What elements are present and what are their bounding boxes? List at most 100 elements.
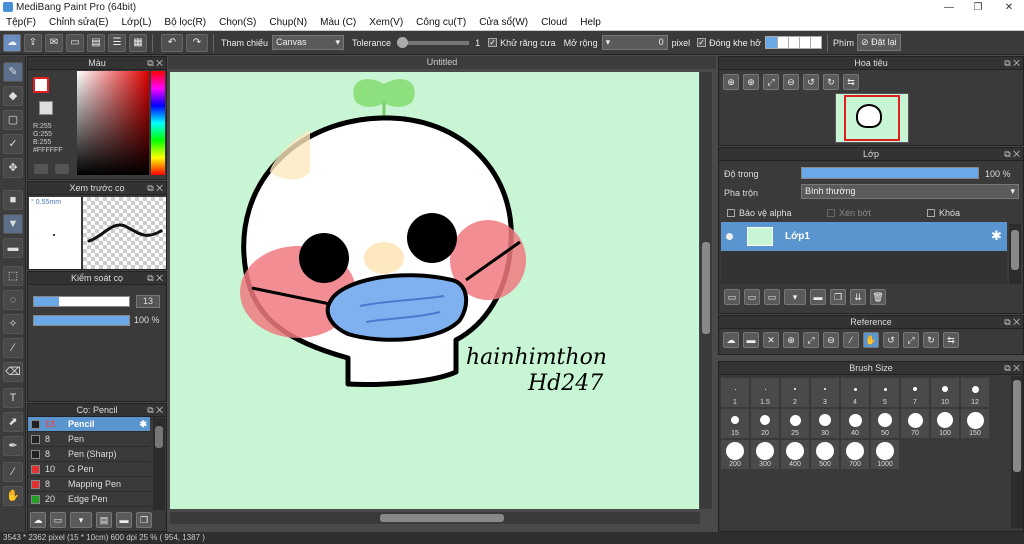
page-icon[interactable]: ▭ xyxy=(66,33,84,52)
gap-level-4[interactable] xyxy=(799,37,811,48)
rotate-left-icon[interactable]: ↺ xyxy=(883,332,899,348)
open-folder-icon[interactable]: ▬ xyxy=(743,332,759,348)
cloud-brush-icon[interactable]: ☁ xyxy=(30,512,46,528)
eyedropper-icon[interactable]: ⁄ xyxy=(843,332,859,348)
flip-icon[interactable]: ⇆ xyxy=(843,74,859,90)
minimize-button[interactable]: — xyxy=(934,0,964,15)
menu-filter[interactable]: Bộ lọc(R) xyxy=(164,17,206,28)
document-icon[interactable]: ▤ xyxy=(87,33,105,52)
saturation-value-picker[interactable] xyxy=(77,71,149,175)
brush-list-item[interactable]: 10 G Pen xyxy=(28,462,150,477)
brush-size-option[interactable]: 3 xyxy=(811,378,839,407)
text-tool-icon[interactable]: T xyxy=(3,388,23,408)
brush-size-option[interactable]: 1 xyxy=(721,378,749,407)
brush-size-option[interactable]: 500 xyxy=(811,440,839,469)
brush-size-option[interactable]: 30 xyxy=(811,409,839,438)
panel-close-icon[interactable]: ⧉ ✕ xyxy=(1004,362,1020,375)
new-brush-icon[interactable]: ▭ xyxy=(50,512,66,528)
gap-level-1[interactable] xyxy=(766,37,778,48)
brush-size-option[interactable]: 200 xyxy=(721,440,749,469)
brush-size-option[interactable]: 15 xyxy=(721,409,749,438)
zoom-in-2-icon[interactable]: ⊕ xyxy=(743,74,759,90)
rotate-right-icon[interactable]: ↻ xyxy=(923,332,939,348)
menu-select[interactable]: Chọn(S) xyxy=(219,17,256,28)
share-icon[interactable]: ⇪ xyxy=(24,33,42,52)
brush-list-scrollbar[interactable] xyxy=(153,418,165,510)
delete-layer-icon[interactable]: 🗑 xyxy=(870,289,886,305)
slider-handle[interactable] xyxy=(397,36,409,48)
tolerance-slider[interactable] xyxy=(397,36,470,48)
layer-opacity-slider[interactable] xyxy=(801,167,979,179)
merge-down-icon[interactable]: ⇊ xyxy=(850,289,866,305)
clipping-checkbox[interactable] xyxy=(827,209,835,217)
maximize-button[interactable]: ❐ xyxy=(963,0,993,15)
panel-close-icon[interactable]: ⧉ ✕ xyxy=(147,182,163,195)
brush-size-option[interactable]: 70 xyxy=(901,409,929,438)
fill-rect-tool-icon[interactable]: ■ xyxy=(3,190,23,210)
fit-window-icon[interactable]: ⤢ xyxy=(903,332,919,348)
navigator-thumbnail[interactable] xyxy=(835,93,909,143)
menu-tools[interactable]: Công cụ(T) xyxy=(416,17,466,28)
panel-close-icon[interactable]: ⧉ ✕ xyxy=(147,57,163,70)
close-button[interactable]: ✕ xyxy=(994,0,1024,15)
zoom-in-icon[interactable]: ⊕ xyxy=(783,332,799,348)
lasso-icon[interactable]: ◌ xyxy=(3,290,23,310)
scrollbar-thumb[interactable] xyxy=(1013,380,1021,472)
layer-folder-icon[interactable]: ▬ xyxy=(810,289,826,305)
brush-size-option[interactable]: 400 xyxy=(781,440,809,469)
gear-icon[interactable]: ✱ xyxy=(139,417,147,432)
zoom-in-icon[interactable]: ⊕ xyxy=(723,74,739,90)
brush-size-option[interactable]: 300 xyxy=(751,440,779,469)
menu-help[interactable]: Help xyxy=(580,17,601,28)
close-reference-icon[interactable]: ✕ xyxy=(763,332,779,348)
select-rect-icon[interactable]: ⬚ xyxy=(3,266,23,286)
comment-icon[interactable]: ✉ xyxy=(45,33,63,52)
select-pen-icon[interactable]: ⁄ xyxy=(3,338,23,358)
canvas-paper[interactable]: hainhimthon Hd247 xyxy=(170,72,699,509)
brush-size-option[interactable]: 4 xyxy=(841,378,869,407)
grid-icon[interactable]: ▦ xyxy=(129,33,147,52)
vertical-scrollbar[interactable] xyxy=(700,72,712,509)
brush-size-option[interactable]: 40 xyxy=(841,409,869,438)
menu-view[interactable]: Xem(V) xyxy=(369,17,403,28)
close-gap-checkbox[interactable]: ✓ xyxy=(697,38,707,47)
brush-list-item[interactable]: 13 Pencil ✱ xyxy=(28,417,150,432)
brush-size-option[interactable]: 7 xyxy=(901,378,929,407)
panel-close-icon[interactable]: ⧉ ✕ xyxy=(1004,316,1020,329)
add-brush-icon[interactable]: ▾ xyxy=(70,512,92,528)
scrollbar-thumb[interactable] xyxy=(702,242,710,334)
reference-dropdown[interactable]: Canvas ▾ xyxy=(272,35,345,50)
color-swap-button[interactable] xyxy=(55,164,69,174)
reset-button[interactable]: ⊘ Đặt lại xyxy=(857,34,901,51)
brush-size-input[interactable]: 13 xyxy=(136,295,160,308)
eye-icon[interactable] xyxy=(726,233,733,240)
brush-size-scrollbar[interactable] xyxy=(1011,376,1023,528)
panel-close-icon[interactable]: ⧉ ✕ xyxy=(1004,148,1020,161)
gear-icon[interactable]: ✱ xyxy=(991,228,1002,244)
clipping-option[interactable]: Xén bớt xyxy=(827,208,871,218)
menu-file[interactable]: Tệp(F) xyxy=(6,17,36,28)
antialias-checkbox[interactable]: ✓ xyxy=(488,38,498,47)
menu-edit[interactable]: Chỉnh sửa(E) xyxy=(49,17,109,28)
brush-size-option[interactable]: 10 xyxy=(931,378,959,407)
brush-size-option[interactable]: 25 xyxy=(781,409,809,438)
brush-settings-icon[interactable]: ▤ xyxy=(96,512,112,528)
rotate-right-icon[interactable]: ↻ xyxy=(823,74,839,90)
zoom-out-icon[interactable]: ⊖ xyxy=(823,332,839,348)
fit-icon[interactable]: ⤢ xyxy=(803,332,819,348)
brush-size-option[interactable]: 5 xyxy=(871,378,899,407)
brush-size-option[interactable]: 150 xyxy=(961,409,989,438)
color-mode-button[interactable] xyxy=(34,164,48,174)
expand-input[interactable]: ▾ 0 xyxy=(601,35,668,50)
brush-size-option[interactable]: 12 xyxy=(961,378,989,407)
scrollbar-thumb[interactable] xyxy=(155,426,163,448)
shape-tool-icon[interactable]: ✓ xyxy=(3,134,23,154)
zoom-out-icon[interactable]: ⊖ xyxy=(783,74,799,90)
brush-list-item[interactable]: 20 Edge Pen xyxy=(28,492,150,507)
menu-window[interactable]: Cửa sổ(W) xyxy=(479,17,528,28)
rotate-left-icon[interactable]: ↺ xyxy=(803,74,819,90)
document-tab[interactable]: Untitled xyxy=(168,56,716,69)
menu-color[interactable]: Màu (C) xyxy=(320,17,356,28)
eraser-tool-icon[interactable]: ◆ xyxy=(3,86,23,106)
select-eraser-icon[interactable]: ⌫ xyxy=(3,362,23,382)
